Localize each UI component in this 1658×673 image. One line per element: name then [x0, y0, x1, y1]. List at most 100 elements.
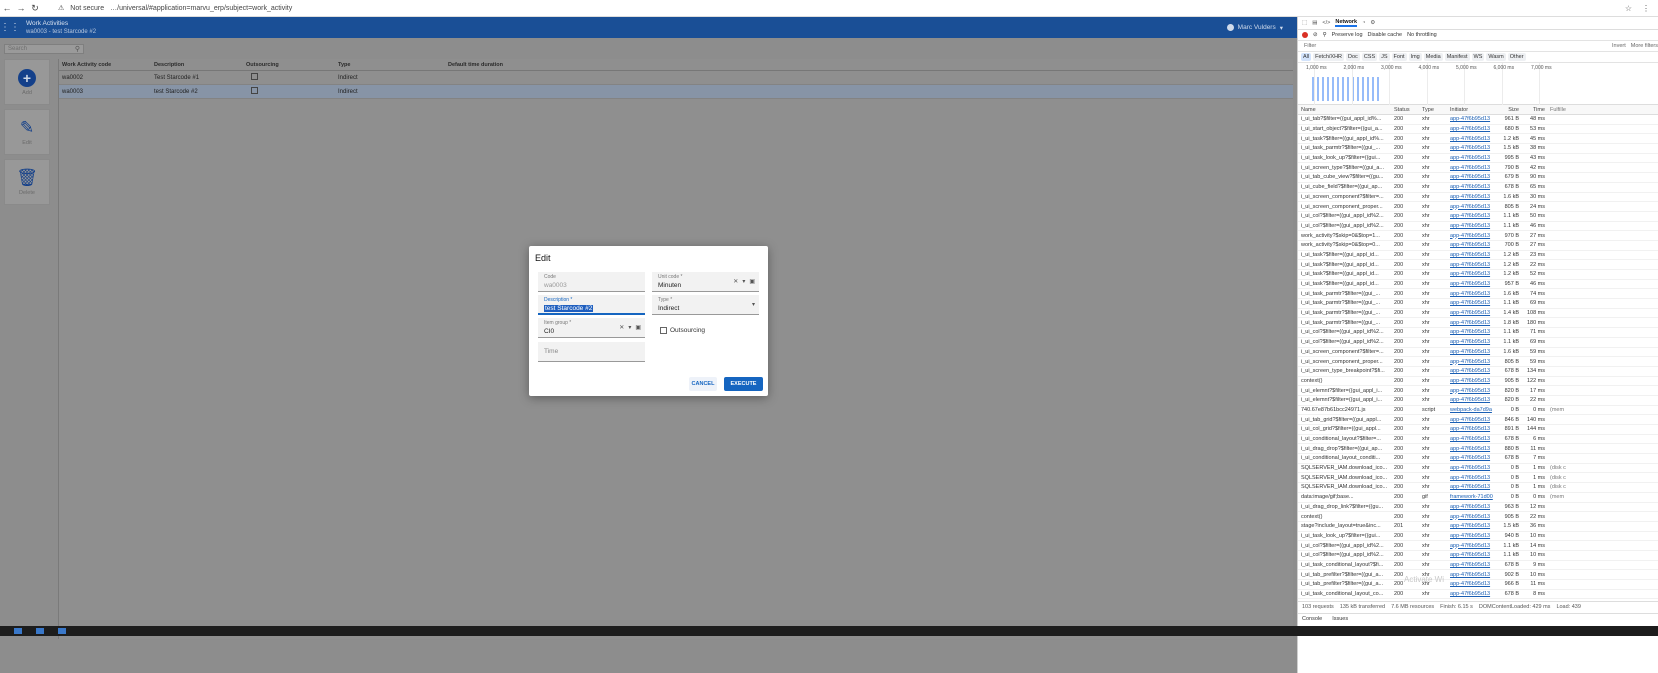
network-request-row[interactable]: i_ui_screen_component?$filter=... 200 xhr a… [1298, 193, 1658, 203]
network-request-row[interactable]: i_ui_task_parmtr?$filter=((gui_... 200 xhr… [1298, 144, 1658, 154]
network-request-row[interactable]: i_ui_screen_component?$filter=... 200 xhr a… [1298, 348, 1658, 358]
more-filters[interactable]: More filters [1631, 43, 1658, 49]
network-request-row[interactable]: i_ui_col?$filter=((gui_appl_id%2... 200 xh… [1298, 222, 1658, 232]
dropdown-icon[interactable]: ▾ [628, 324, 631, 331]
column-header[interactable]: Outsourcing [243, 62, 335, 68]
network-request-row[interactable]: i_ui_drag_drop_link?$filter=((gu... 200 xh… [1298, 503, 1658, 513]
network-request-row[interactable]: i_ui_col?$filter=((gui_appl_id%2... 200 xh… [1298, 541, 1658, 551]
user-menu[interactable]: Marc Vulders ▾ [1226, 24, 1297, 32]
column-header[interactable]: Fulfille [1547, 107, 1587, 113]
invert-option[interactable]: Invert [1612, 43, 1626, 49]
outsourcing-checkbox[interactable] [251, 73, 258, 80]
network-request-row[interactable]: SQLSERVER_IAM.download_ico... 200 xhr app-4… [1298, 464, 1658, 474]
execute-button[interactable]: EXECUTE [724, 377, 763, 391]
back-icon[interactable]: ← [0, 1, 14, 15]
network-cell[interactable]: app-47f6b95d13 [1447, 155, 1495, 161]
type-filter[interactable]: Manifest [1444, 53, 1470, 61]
type-filter[interactable]: JS [1379, 53, 1390, 61]
address-bar[interactable]: ⚠ Not secure …/universal/#application=ma… [58, 4, 292, 13]
network-cell[interactable]: app-47f6b95d13 [1447, 184, 1495, 190]
network-request-row[interactable]: i_ui_start_object?$filter=((gui_a... 200 x… [1298, 125, 1658, 135]
network-request-row[interactable]: SQLSERVER_IAM.download_ico... 200 xhr app-4… [1298, 483, 1658, 493]
network-cell[interactable]: app-47f6b95d13 [1447, 484, 1495, 490]
column-header[interactable]: Work Activity code [59, 62, 151, 68]
network-cell[interactable]: app-47f6b95d13 [1447, 262, 1495, 268]
dropdown-icon[interactable]: ▾ [742, 278, 745, 285]
sources-icon[interactable]: </> [1322, 20, 1330, 26]
network-request-row[interactable]: i_ui_col_grid?$filter=((gui_appl... 200 xh… [1298, 425, 1658, 435]
network-cell[interactable]: app-47f6b95d13 [1447, 504, 1495, 510]
outsourcing-checkbox[interactable] [660, 327, 667, 334]
star-icon[interactable]: ☆ [1625, 4, 1632, 13]
network-cell[interactable]: app-47f6b95d13 [1447, 242, 1495, 248]
network-cell[interactable]: app-47f6b95d13 [1447, 213, 1495, 219]
tab-console[interactable]: Console [1302, 616, 1322, 622]
type-filter[interactable]: CSS [1361, 53, 1378, 61]
network-cell[interactable]: app-47f6b95d13 [1447, 126, 1495, 132]
network-request-row[interactable]: i_ui_task_parmtr?$filter=((gui_... 200 xhr… [1298, 309, 1658, 319]
network-cell[interactable]: app-47f6b95d13 [1447, 523, 1495, 529]
network-cell[interactable]: app-47f6b95d13 [1447, 291, 1495, 297]
column-header[interactable]: Status [1391, 107, 1419, 113]
network-cell[interactable]: app-47f6b95d13 [1447, 552, 1495, 558]
network-cell[interactable]: app-47f6b95d13 [1447, 572, 1495, 578]
network-cell[interactable]: app-47f6b95d13 [1447, 475, 1495, 481]
network-request-row[interactable]: i_ui_elemnt?$filter=((gui_appl_i... 200 xh… [1298, 386, 1658, 396]
throttling-select[interactable]: No throttling [1407, 32, 1437, 38]
lookup-icon[interactable]: ▣ [749, 278, 755, 285]
column-header[interactable]: Description [151, 62, 243, 68]
apps-menu-icon[interactable]: ⋮⋮ [0, 22, 20, 33]
network-request-row[interactable]: i_ui_elemnt?$filter=((gui_appl_i... 200 xh… [1298, 396, 1658, 406]
network-cell[interactable]: app-47f6b95d13 [1447, 465, 1495, 471]
description-value[interactable]: test Starcode #2 [544, 305, 594, 312]
network-request-row[interactable]: i_ui_task?$filter=((gui_appl_id%... 200 xh… [1298, 134, 1658, 145]
network-request-row[interactable]: i_ui_tab_prefilter?$filter=((gui_a... 200… [1298, 580, 1658, 590]
table-row[interactable]: wa0002 Test Starcode #1 Indirect [59, 71, 1293, 85]
network-request-row[interactable]: i_ui_task?$filter=((gui_appl_id... 200 xhr… [1298, 270, 1658, 280]
lookup-icon[interactable]: ▣ [635, 324, 641, 331]
network-request-row[interactable]: i_ui_task_conditional_layout?$fi... 200 xh… [1298, 561, 1658, 571]
table-row-selected[interactable]: wa0003 test Starcode #2 Indirect [59, 85, 1293, 99]
network-request-row[interactable]: context() 200 xhr app-47f6b95d13 905 B 122 ms [1298, 377, 1658, 387]
network-request-row[interactable]: i_ui_screen_component_proper... 200 xhr app… [1298, 357, 1658, 367]
network-request-row[interactable]: i_ui_conditional_layout?$filter=... 200 xh… [1298, 435, 1658, 445]
network-cell[interactable]: app-47f6b95d13 [1447, 136, 1495, 142]
network-cell[interactable]: app-47f6b95d13 [1447, 310, 1495, 316]
filter-input[interactable]: Filter [1304, 43, 1316, 49]
settings-icon[interactable]: ⚙ [1370, 20, 1375, 26]
network-cell[interactable]: app-47f6b95d13 [1447, 591, 1495, 597]
item-group-field[interactable]: Item group * CI0 ✕ ▾ ▣ [538, 318, 645, 338]
network-cell[interactable]: app-47f6b95d13 [1447, 174, 1495, 180]
clear-icon[interactable]: ✕ [733, 278, 738, 285]
type-filter[interactable]: Fetch/XHR [1313, 53, 1345, 61]
network-cell[interactable]: app-47f6b95d13 [1447, 329, 1495, 335]
column-header[interactable]: Name [1298, 107, 1391, 113]
network-request-row[interactable]: i_ui_task?$filter=((gui_appl_id... 200 xhr… [1298, 251, 1658, 261]
edit-button[interactable]: ✎ Edit [4, 109, 50, 155]
add-button[interactable]: + Add [4, 59, 50, 105]
disable-cache-option[interactable]: Disable cache [1368, 32, 1403, 38]
network-cell[interactable]: app-47f6b95d13 [1447, 204, 1495, 210]
network-request-row[interactable]: work_activity?$skip=0&$top=0... 200 xhr app… [1298, 241, 1658, 251]
network-request-row[interactable]: i_ui_screen_type_breakpoint?$fi... 200 xhr… [1298, 367, 1658, 377]
time-field[interactable]: Time [538, 342, 645, 362]
column-header[interactable]: Size [1495, 107, 1521, 113]
unit-code-field[interactable]: Unit code * Minuten ✕ ▾ ▣ [652, 272, 759, 292]
network-cell[interactable]: app-47f6b95d13 [1447, 320, 1495, 326]
network-cell[interactable]: app-47f6b95d13 [1447, 349, 1495, 355]
network-cell[interactable]: app-47f6b95d13 [1447, 455, 1495, 461]
search-icon[interactable]: ⚲ [75, 45, 80, 53]
network-request-row[interactable]: 740.67e87b61bcc24971.js 200 script webpack-… [1298, 406, 1658, 416]
elements-icon[interactable]: ⬚ [1302, 20, 1307, 26]
cancel-button[interactable]: CANCEL [689, 377, 717, 391]
network-request-row[interactable]: i_ui_col?$filter=((gui_appl_id%2... 200 xh… [1298, 338, 1658, 348]
network-cell[interactable]: app-47f6b95d13 [1447, 233, 1495, 239]
network-request-row[interactable]: i_ui_tab_grid?$filter=((gui_appl... 200 xh… [1298, 415, 1658, 425]
tab-issues[interactable]: Issues [1332, 616, 1348, 622]
network-cell[interactable]: app-47f6b95d13 [1447, 543, 1495, 549]
network-cell[interactable]: app-47f6b95d13 [1447, 145, 1495, 151]
network-request-row[interactable]: i_ui_task_parmtr?$filter=((gui_... 200 xhr… [1298, 318, 1658, 329]
network-cell[interactable]: webpack-da7d9a [1447, 407, 1495, 413]
network-request-row[interactable]: i_ui_task_conditional_layout_co... 200 xhr… [1298, 590, 1658, 600]
network-cell[interactable]: app-47f6b95d13 [1447, 446, 1495, 452]
